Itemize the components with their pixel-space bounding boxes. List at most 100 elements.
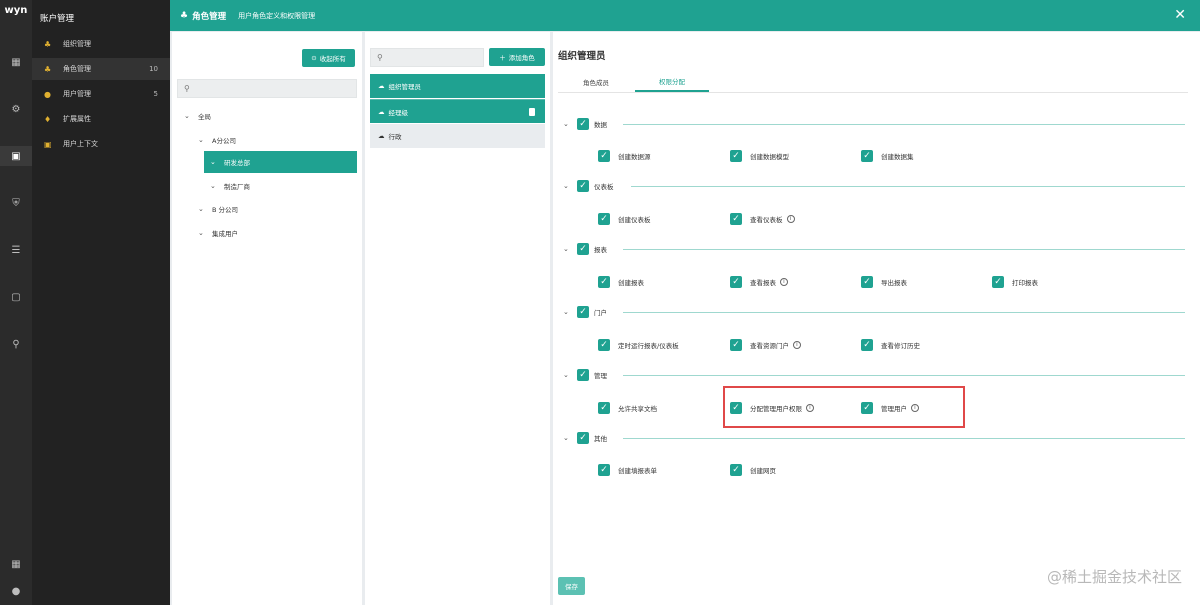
tree-item-rd-hq[interactable]: ⌄ 研发总部	[204, 151, 357, 173]
perm-group-other[interactable]: ⌄ ✓ 其他	[563, 431, 607, 445]
chevron-down-icon: ⌄	[210, 158, 216, 166]
shield-icon[interactable]: ⛨	[6, 193, 26, 213]
checkbox[interactable]: ✓	[577, 369, 589, 381]
tab-permissions[interactable]: 权限分配	[635, 72, 709, 92]
perm-group-dashboard[interactable]: ⌄ ✓ 仪表板	[563, 179, 614, 193]
tree-item-global[interactable]: ⌄ 全局	[184, 105, 211, 127]
group-divider	[623, 124, 1185, 125]
app-logo: wyn	[4, 5, 28, 16]
chevron-down-icon: ⌄	[563, 120, 569, 128]
role-item-manager[interactable]: ☁ 经理级	[370, 99, 545, 123]
group-label: 其他	[594, 435, 607, 443]
menu-title: 账户管理	[40, 14, 75, 24]
perm-group-management[interactable]: ⌄ ✓ 管理	[563, 368, 607, 382]
list-icon[interactable]: ☰	[6, 240, 26, 260]
perm-item[interactable]: ✓ 创建仪表板	[598, 212, 651, 226]
org-search-input[interactable]	[193, 84, 332, 93]
side-menu: 账户管理 ♣ 组织管理 ♣ 角色管理 10 ● 用户管理 5 ♦ 扩展属性 ▣ …	[32, 0, 170, 605]
perm-label: 创建数据模型	[750, 153, 789, 161]
checkbox[interactable]: ✓	[730, 339, 742, 351]
checkbox[interactable]: ✓	[577, 432, 589, 444]
info-icon[interactable]: i	[793, 341, 801, 349]
highlight-box	[723, 386, 965, 428]
menu-item-user-context[interactable]: ▣ 用户上下文	[32, 133, 170, 155]
header-bar: ♣ 角色管理 用户角色定义和权限管理 ✕	[170, 0, 1200, 31]
perm-group-report[interactable]: ⌄ ✓ 报表	[563, 242, 607, 256]
perm-item[interactable]: ✓ 创建填报表单	[598, 463, 657, 477]
user-icon[interactable]: ●	[6, 581, 26, 601]
checkbox[interactable]: ✓	[598, 464, 610, 476]
perm-item[interactable]: ✓ 查看报表 i	[730, 275, 788, 289]
add-role-label: 添加角色	[508, 54, 535, 62]
checkbox[interactable]: ✓	[577, 118, 589, 130]
perm-item[interactable]: ✓ 创建数据源	[598, 149, 651, 163]
perm-item[interactable]: ✓ 查看修订历史	[861, 338, 920, 352]
role-item-admin-staff[interactable]: ☁ 行政	[370, 124, 545, 148]
checkbox[interactable]: ✓	[730, 276, 742, 288]
role-search-input[interactable]	[386, 53, 472, 62]
tree-item-manufacturer[interactable]: ⌄ 制造厂商	[210, 175, 250, 197]
perm-item[interactable]: ✓ 查看仪表板 i	[730, 212, 795, 226]
role-item-org-admin[interactable]: ☁ 组织管理员	[370, 74, 545, 98]
perm-item[interactable]: ✓ 定时运行报表/仪表板	[598, 338, 679, 352]
checkbox[interactable]: ✓	[861, 276, 873, 288]
checkbox[interactable]: ✓	[577, 243, 589, 255]
tab-members[interactable]: 角色成员	[571, 72, 621, 92]
perm-label: 创建数据集	[881, 153, 914, 161]
menu-item-roles[interactable]: ♣ 角色管理 10	[32, 58, 170, 80]
delete-icon[interactable]	[529, 107, 535, 116]
save-button[interactable]: 保存	[558, 577, 585, 595]
checkbox[interactable]: ✓	[730, 464, 742, 476]
role-search[interactable]: ⚲	[370, 48, 484, 67]
perm-item[interactable]: ✓ 创建网页	[730, 463, 776, 477]
checkbox[interactable]: ✓	[598, 213, 610, 225]
account-icon[interactable]: ▣	[0, 146, 32, 166]
tree-label: A分公司	[212, 137, 236, 145]
gear-icon[interactable]: ⚙	[6, 99, 26, 119]
checkbox[interactable]: ✓	[861, 150, 873, 162]
menu-item-users[interactable]: ● 用户管理 5	[32, 83, 170, 105]
close-icon[interactable]: ✕	[1174, 7, 1186, 23]
checkbox[interactable]: ✓	[577, 180, 589, 192]
perm-item[interactable]: ✓ 查看资源门户 i	[730, 338, 801, 352]
grid-icon[interactable]: ▦	[6, 554, 26, 574]
add-role-button[interactable]: ＋ 添加角色	[489, 48, 545, 66]
perm-label: 创建仪表板	[618, 216, 651, 224]
checkbox[interactable]: ✓	[992, 276, 1004, 288]
group-divider	[631, 186, 1185, 187]
checkbox[interactable]: ✓	[598, 276, 610, 288]
collapse-all-button[interactable]: ⊙ 收起所有	[302, 49, 355, 67]
chevron-down-icon: ⌄	[563, 371, 569, 379]
checkbox[interactable]: ✓	[598, 150, 610, 162]
perm-item[interactable]: ✓ 允许共享文档	[598, 401, 657, 415]
collapse-icon: ⊙	[311, 54, 317, 62]
checkbox[interactable]: ✓	[598, 402, 610, 414]
tree-item-company-b[interactable]: ⌄ B 分公司	[198, 198, 238, 220]
tree-item-integrated-users[interactable]: ⌄ 集成用户	[198, 222, 238, 244]
checkbox[interactable]: ✓	[577, 306, 589, 318]
menu-item-ext-attrs[interactable]: ♦ 扩展属性	[32, 108, 170, 130]
role-icon: ☁	[378, 107, 385, 116]
checkbox[interactable]: ✓	[861, 339, 873, 351]
info-icon[interactable]: i	[780, 278, 788, 286]
perm-group-portal[interactable]: ⌄ ✓ 门户	[563, 305, 607, 319]
perm-item[interactable]: ✓ 导出报表	[861, 275, 907, 289]
perm-item[interactable]: ✓ 创建数据模型	[730, 149, 789, 163]
perm-item[interactable]: ✓ 创建数据集	[861, 149, 914, 163]
search-icon[interactable]: ⚲	[6, 334, 26, 354]
checkbox[interactable]: ✓	[598, 339, 610, 351]
ext-attr-icon: ♦	[44, 114, 52, 124]
document-icon[interactable]: ▢	[6, 287, 26, 307]
perm-item[interactable]: ✓ 创建报表	[598, 275, 644, 289]
checkbox[interactable]: ✓	[730, 150, 742, 162]
tree-item-company-a[interactable]: ⌄ A分公司	[198, 129, 236, 151]
info-icon[interactable]: i	[786, 215, 795, 223]
menu-item-org[interactable]: ♣ 组织管理	[32, 33, 170, 55]
tree-label: 全局	[198, 113, 211, 121]
org-search[interactable]: ⚲	[177, 79, 357, 98]
perm-item[interactable]: ✓ 打印报表	[992, 275, 1038, 289]
perm-group-data[interactable]: ⌄ ✓ 数据	[563, 117, 607, 131]
dashboard-icon[interactable]: ▦	[6, 52, 26, 72]
group-divider	[623, 438, 1185, 439]
checkbox[interactable]: ✓	[730, 213, 742, 225]
